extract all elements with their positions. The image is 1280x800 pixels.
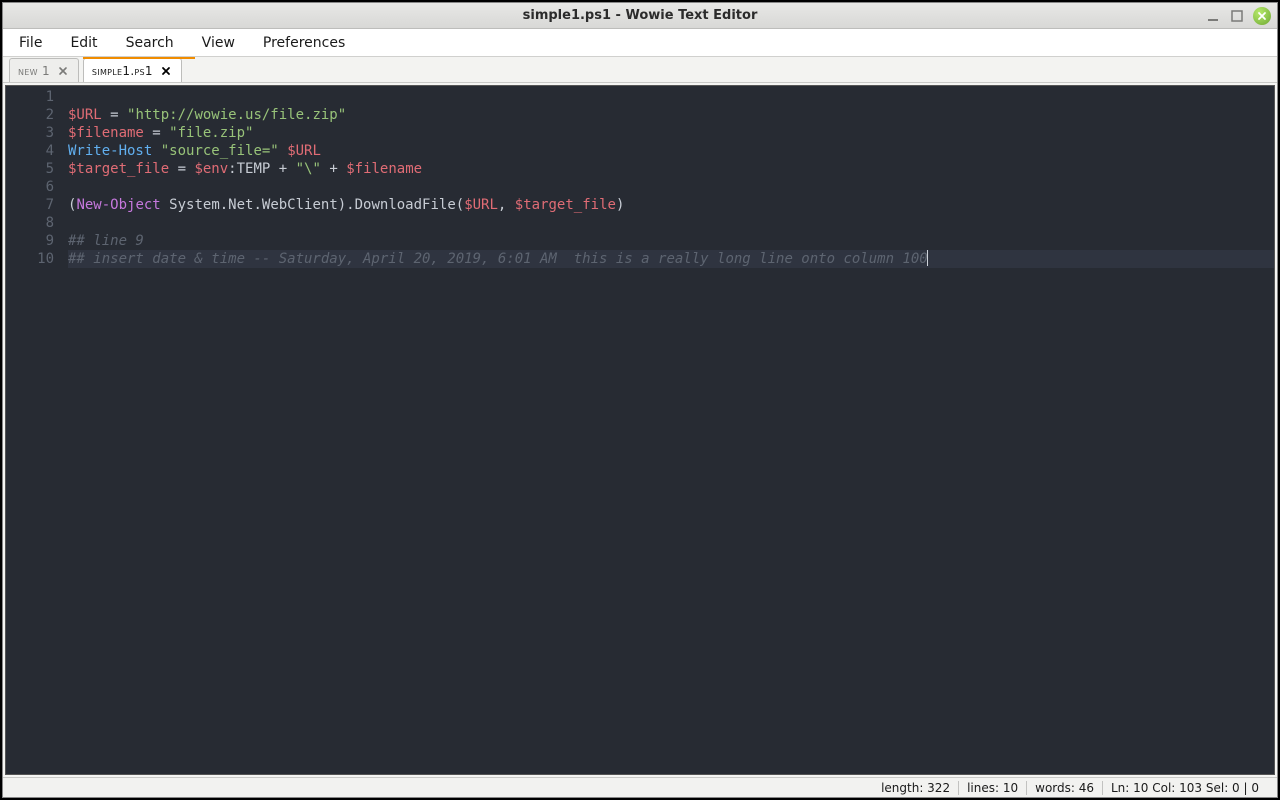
line-number: 3 <box>6 124 54 142</box>
menu-file[interactable]: File <box>15 33 46 53</box>
token: New-Object <box>76 197 160 213</box>
line-number: 2 <box>6 106 54 124</box>
close-button[interactable] <box>1253 7 1271 25</box>
window-title: simple1.ps1 - Wowie Text Editor <box>3 8 1277 23</box>
code-line[interactable] <box>68 178 1274 196</box>
token <box>279 143 287 159</box>
minimize-button[interactable] <box>1205 8 1221 24</box>
token: $target_file <box>68 161 169 177</box>
token: Write-Host <box>68 143 152 159</box>
line-number: 10 <box>6 250 54 268</box>
token: System.Net.WebClient <box>169 197 338 213</box>
token: "source_file=" <box>161 143 279 159</box>
tab-label: new 1 <box>18 64 50 78</box>
token: = <box>102 107 127 123</box>
statusbar: length: 322 lines: 10 words: 46 Ln: 10 C… <box>3 777 1277 797</box>
token <box>161 197 169 213</box>
token: + <box>270 161 295 177</box>
gutter: 12345678910 <box>6 86 64 774</box>
status-lines: lines: 10 <box>958 781 1026 795</box>
token: ## insert date & time -- Saturday, April… <box>68 251 928 267</box>
token: $env <box>194 161 228 177</box>
token: : <box>228 161 236 177</box>
menu-edit[interactable]: Edit <box>66 33 101 53</box>
line-number: 7 <box>6 196 54 214</box>
status-length: length: 322 <box>873 781 958 795</box>
code-line[interactable] <box>68 214 1274 232</box>
status-pos: Ln: 10 Col: 103 Sel: 0 | 0 <box>1102 781 1267 795</box>
code-line[interactable]: ## line 9 <box>68 232 1274 250</box>
token: = <box>144 125 169 141</box>
token: $target_file <box>515 197 616 213</box>
maximize-button[interactable] <box>1229 8 1245 24</box>
tab-simple1-ps1[interactable]: simple1.ps1 <box>83 58 182 82</box>
token: DownloadFile <box>355 197 456 213</box>
tab-new-1[interactable]: new 1 <box>9 58 79 82</box>
token: = <box>169 161 194 177</box>
status-words: words: 46 <box>1026 781 1102 795</box>
token: $URL <box>464 197 498 213</box>
menu-preferences[interactable]: Preferences <box>259 33 349 53</box>
token <box>152 143 160 159</box>
close-icon[interactable] <box>56 64 70 78</box>
line-number: 4 <box>6 142 54 160</box>
token: $URL <box>287 143 321 159</box>
titlebar[interactable]: simple1.ps1 - Wowie Text Editor <box>3 3 1277 29</box>
token: $filename <box>346 161 422 177</box>
code-line[interactable]: Write-Host "source_file=" $URL <box>68 142 1274 160</box>
token: $URL <box>68 107 102 123</box>
code-line[interactable]: ( New-Object System.Net.WebClient).Downlo… <box>68 196 1274 214</box>
app-window: simple1.ps1 - Wowie Text Editor File Edi… <box>2 2 1278 798</box>
tabbar: new 1 simple1.ps1 <box>3 57 1277 83</box>
code-line[interactable]: $filename = "file.zip" <box>68 124 1274 142</box>
token: ( <box>456 197 464 213</box>
code-line[interactable]: $URL = "http://wowie.us/file.zip" <box>68 106 1274 124</box>
menu-view[interactable]: View <box>198 33 239 53</box>
close-icon[interactable] <box>159 64 173 78</box>
tab-label: simple1.ps1 <box>92 64 153 78</box>
code-line[interactable]: $target_file = $env:TEMP + "\" + $filena… <box>68 160 1274 178</box>
line-number: 6 <box>6 178 54 196</box>
token: ). <box>338 197 355 213</box>
token: $filename <box>68 125 144 141</box>
code-area[interactable]: $URL = "http://wowie.us/file.zip"$filena… <box>64 86 1274 774</box>
token: TEMP <box>237 161 271 177</box>
caret <box>927 250 928 266</box>
line-number: 9 <box>6 232 54 250</box>
menu-search[interactable]: Search <box>122 33 178 53</box>
token: "http://wowie.us/file.zip" <box>127 107 346 123</box>
window-controls <box>1205 7 1271 25</box>
token: + <box>321 161 346 177</box>
line-number: 5 <box>6 160 54 178</box>
editor[interactable]: 12345678910 $URL = "http://wowie.us/file… <box>5 85 1275 775</box>
token: "\" <box>296 161 321 177</box>
code-line[interactable]: ## insert date & time -- Saturday, April… <box>68 250 1274 268</box>
token: , <box>498 197 515 213</box>
line-number: 8 <box>6 214 54 232</box>
menubar: File Edit Search View Preferences <box>3 29 1277 57</box>
line-number: 1 <box>6 88 54 106</box>
token: ## line 9 <box>68 233 144 249</box>
token: "file.zip" <box>169 125 253 141</box>
code-line[interactable] <box>68 88 1274 106</box>
token: ) <box>616 197 624 213</box>
